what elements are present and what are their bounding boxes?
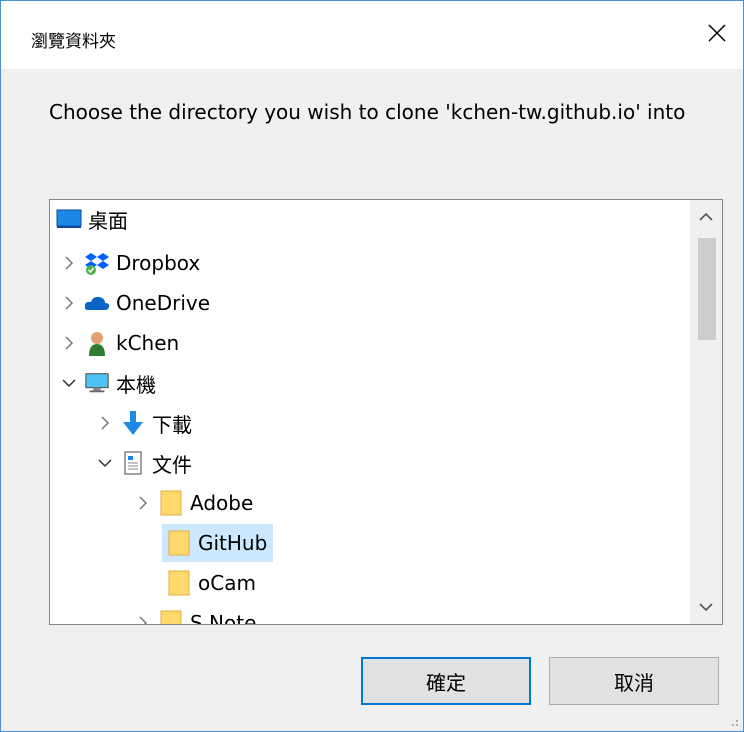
tree-item-downloads[interactable]: 下載 — [96, 404, 198, 442]
user-icon — [84, 330, 110, 356]
tree-item-onedrive[interactable]: OneDrive — [60, 284, 216, 322]
chevron-right-icon[interactable] — [134, 494, 152, 512]
scroll-up-button[interactable] — [690, 200, 722, 234]
documents-icon — [120, 450, 146, 476]
chevron-right-icon[interactable] — [96, 414, 114, 432]
chevron-right-icon[interactable] — [60, 254, 78, 272]
chevron-right-icon[interactable] — [134, 614, 152, 624]
tree-item-label: oCam — [198, 571, 256, 595]
close-icon — [708, 24, 726, 42]
onedrive-icon — [84, 290, 110, 316]
tree-item-label: GitHub — [198, 531, 268, 555]
chevron-right-icon[interactable] — [60, 294, 78, 312]
tree-item-ocam[interactable]: oCam — [162, 564, 262, 602]
chevron-down-icon — [699, 603, 713, 612]
folder-icon — [158, 610, 184, 624]
tree-item-label: 本機 — [116, 372, 156, 397]
tree-item-label: 下載 — [152, 412, 192, 437]
folder-icon — [166, 530, 192, 556]
scroll-down-button[interactable] — [690, 590, 722, 624]
cancel-button[interactable]: 取消 — [549, 657, 719, 705]
tree-item-dropbox[interactable]: Dropbox — [60, 244, 206, 282]
tree-item-kchen[interactable]: kChen — [60, 324, 185, 362]
tree-item-this-pc[interactable]: 本機 — [60, 364, 162, 402]
title-bar: 瀏覽資料夾 — [1, 1, 743, 69]
tree-item-label: 文件 — [152, 452, 192, 477]
computer-icon — [84, 370, 110, 396]
tree-item-label: Dropbox — [116, 251, 201, 275]
tree-item-adobe[interactable]: Adobe — [134, 484, 259, 522]
chevron-right-icon[interactable] — [60, 334, 78, 352]
close-button[interactable] — [691, 7, 743, 59]
tree-item-s-note[interactable]: S Note — [134, 604, 262, 624]
tree-item-label: S Note — [190, 611, 257, 624]
dropbox-icon — [84, 250, 110, 276]
folder-icon — [166, 570, 192, 596]
tree-item-label: OneDrive — [116, 291, 211, 315]
chevron-up-icon — [699, 212, 713, 221]
desktop-icon — [56, 206, 82, 232]
tree-item-label: kChen — [116, 331, 180, 355]
ok-button[interactable]: 確定 — [361, 657, 531, 705]
tree-item-desktop[interactable]: 桌面 — [56, 200, 134, 238]
dialog-prompt: Choose the directory you wish to clone '… — [49, 100, 686, 124]
browse-folder-dialog: 瀏覽資料夾 Choose the directory you wish to c… — [0, 0, 744, 732]
chevron-down-icon[interactable] — [60, 374, 78, 392]
dialog-title: 瀏覽資料夾 — [31, 32, 116, 52]
folder-tree[interactable]: 桌面 Dropbox OneDrive kChen 本機 下載 文件 Adobe… — [49, 199, 723, 625]
download-icon — [120, 410, 146, 436]
tree-item-documents[interactable]: 文件 — [96, 444, 198, 482]
resize-grip-icon[interactable] — [727, 715, 739, 727]
vertical-scrollbar[interactable] — [690, 200, 722, 624]
tree-item-label: 桌面 — [88, 208, 128, 233]
scroll-thumb[interactable] — [698, 238, 716, 340]
folder-icon — [158, 490, 184, 516]
chevron-down-icon[interactable] — [96, 454, 114, 472]
tree-item-label: Adobe — [190, 491, 254, 515]
tree-item-github[interactable]: GitHub — [162, 524, 274, 562]
